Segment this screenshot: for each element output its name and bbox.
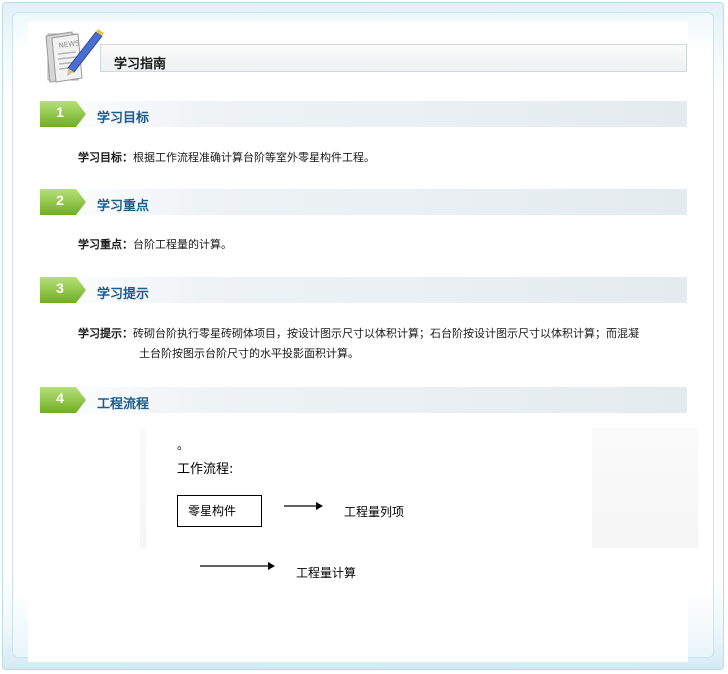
hint-paragraph: 学习提示：砖砌台阶执行零星砖砌体项目，按设计图示尺寸以体积计算；石台阶按设计图示… — [78, 324, 692, 364]
section-title: 学习目标 — [97, 111, 150, 126]
step-number: 4 — [56, 390, 64, 406]
title-bar — [100, 44, 687, 72]
section-header-1: 1 学习目标 — [40, 101, 687, 127]
flow-diagram-panel — [146, 428, 592, 548]
focus-label: 学习重点： — [78, 238, 133, 251]
step-number: 2 — [56, 192, 64, 208]
flow-step-calc: 工程量计算 — [296, 566, 357, 580]
section-header-4: 4 工程流程 — [40, 387, 687, 413]
section-header-2: 2 学习重点 — [40, 189, 687, 215]
flow-step-list: 工程量列项 — [344, 505, 405, 519]
hint-label: 学习提示： — [78, 327, 133, 340]
section-title: 工程流程 — [97, 397, 150, 412]
section-title: 学习重点 — [97, 199, 150, 214]
objective-text: 根据工作流程准确计算台阶等室外零星构件工程。 — [133, 151, 375, 164]
section-title: 学习提示 — [97, 287, 150, 302]
news-icon: NEWS — [45, 29, 104, 83]
hint-text-line2: 土台阶按图示台阶尺寸的水平投影面积计算。 — [139, 347, 359, 360]
step-number: 1 — [56, 104, 64, 120]
focus-text: 台阶工程量的计算。 — [133, 238, 232, 251]
flow-box: 零星构件 — [177, 495, 262, 527]
page-title: 学习指南 — [114, 57, 167, 72]
objective-label: 学习目标： — [78, 151, 133, 164]
flow-diagram-area — [140, 428, 698, 548]
focus-paragraph: 学习重点：台阶工程量的计算。 — [78, 235, 232, 255]
section-header-3: 3 学习提示 — [40, 277, 687, 303]
objective-paragraph: 学习目标：根据工作流程准确计算台阶等室外零星构件工程。 — [78, 148, 375, 168]
flow-dot: 。 — [177, 438, 190, 452]
flow-arrow-2 — [200, 562, 275, 570]
flow-label: 工作流程: — [177, 462, 234, 477]
flow-arrow-1 — [284, 502, 323, 510]
hint-text-line1: 砖砌台阶执行零星砖砌体项目，按设计图示尺寸以体积计算；石台阶按设计图示尺寸以体积… — [133, 327, 639, 340]
step-number: 3 — [56, 280, 64, 296]
